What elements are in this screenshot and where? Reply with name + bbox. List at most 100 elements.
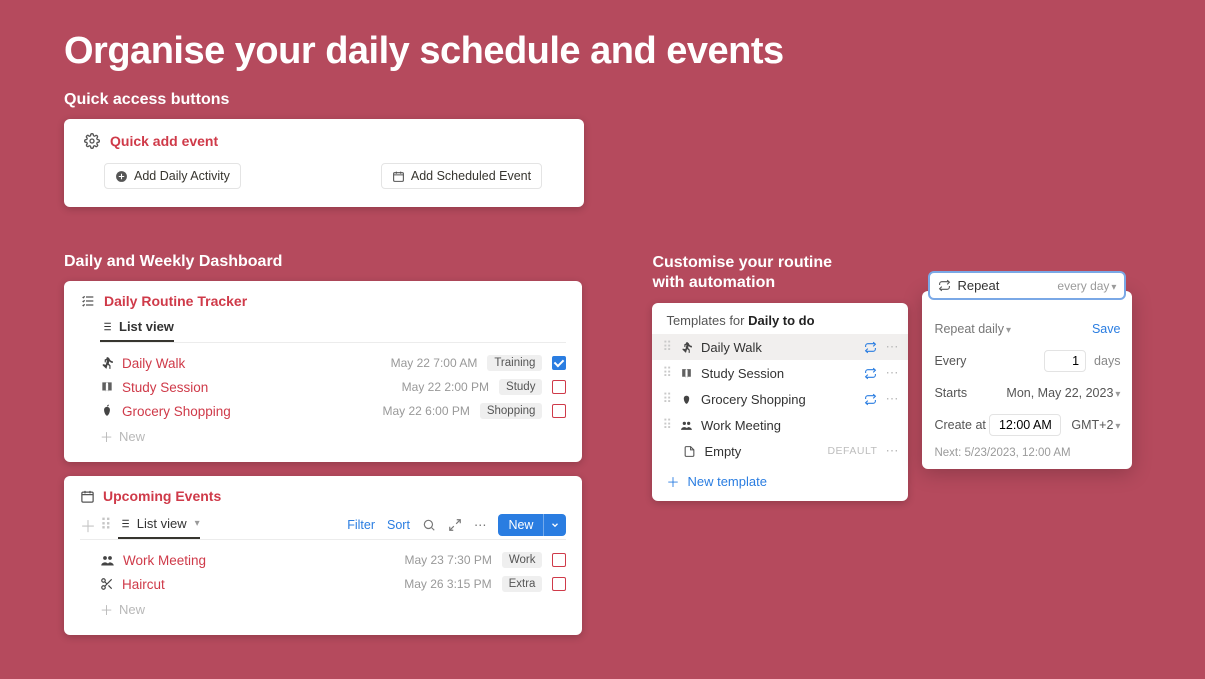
search-icon[interactable] (422, 518, 436, 532)
default-badge: DEFAULT (827, 445, 877, 457)
more-icon[interactable]: ⋯ (474, 517, 487, 532)
list-item[interactable]: Study Session May 22 2:00 PM Study (80, 375, 566, 399)
add-daily-activity-button[interactable]: Add Daily Activity (104, 163, 241, 189)
list-icon (100, 320, 113, 333)
repeat-icon[interactable] (864, 341, 877, 354)
item-title: Grocery Shopping (122, 404, 231, 419)
page-title: Organise your daily schedule and events (64, 30, 1141, 73)
more-icon[interactable]: ⋯ (885, 365, 898, 381)
checklist-icon (80, 293, 96, 309)
scissors-icon (100, 577, 114, 591)
template-row[interactable]: ⠿ Study Session ⋯ (652, 360, 908, 386)
upcoming-events-title: Upcoming Events (103, 488, 221, 504)
every-value-input[interactable] (1044, 350, 1086, 372)
new-template-label: New template (687, 474, 766, 489)
section-quick-access-title: Quick access buttons (64, 91, 1141, 109)
add-scheduled-event-button[interactable]: Add Scheduled Event (381, 163, 542, 189)
item-checkbox[interactable] (552, 577, 566, 591)
more-icon[interactable]: ⋯ (885, 391, 898, 407)
plus-icon: ＋ (100, 427, 113, 446)
list-item[interactable]: Daily Walk May 22 7:00 AM Training (80, 351, 566, 375)
book-icon (680, 367, 693, 380)
quick-add-title: Quick add event (110, 133, 218, 149)
tab-list-view[interactable]: List view (100, 315, 174, 342)
repeat-icon[interactable] (864, 393, 877, 406)
templates-header: Templates for Daily to do (652, 313, 908, 334)
item-title: Daily Walk (122, 356, 185, 371)
item-tag: Training (487, 355, 542, 371)
more-icon[interactable]: ⋯ (885, 339, 898, 355)
expand-icon[interactable] (448, 518, 462, 532)
walk-icon (680, 341, 693, 354)
drag-handle-icon[interactable]: ⠿ (100, 515, 112, 535)
item-tag: Study (499, 379, 542, 395)
template-label: Daily Walk (701, 340, 856, 355)
repeat-mode-select[interactable]: Repeat daily▾ (934, 322, 1011, 336)
template-label: Study Session (701, 366, 856, 381)
item-time: May 22 2:00 PM (402, 380, 489, 394)
list-item[interactable]: Haircut May 26 3:15 PM Extra (80, 572, 566, 596)
repeat-popover: Repeat every day▾ Repeat daily▾ Save Eve… (922, 291, 1132, 469)
apple-icon (100, 404, 114, 418)
templates-card: Templates for Daily to do ⠿ Daily Walk ⋯… (652, 303, 908, 501)
item-checkbox[interactable] (552, 356, 566, 370)
next-occurrence: Next: 5/23/2023, 12:00 AM (934, 443, 1120, 459)
item-title: Haircut (122, 577, 165, 592)
drag-handle-icon[interactable]: ⠿ (662, 339, 672, 355)
file-icon (683, 445, 696, 458)
filter-button[interactable]: Filter (347, 518, 375, 532)
item-title: Work Meeting (123, 553, 206, 568)
drag-handle-icon[interactable]: ⠿ (662, 417, 672, 433)
daily-routine-title: Daily Routine Tracker (104, 293, 247, 309)
people-icon (680, 419, 693, 432)
repeat-pill-label: Repeat (957, 278, 1057, 293)
new-button[interactable]: New (498, 514, 543, 536)
item-title: Study Session (122, 380, 208, 395)
item-tag: Extra (502, 576, 543, 592)
item-checkbox[interactable] (552, 553, 566, 567)
item-tag: Shopping (480, 403, 543, 419)
item-checkbox[interactable] (552, 380, 566, 394)
drag-handle-icon[interactable]: ⠿ (662, 365, 672, 381)
new-item-row[interactable]: ＋ New (80, 423, 566, 446)
section-dashboard-title: Daily and Weekly Dashboard (64, 253, 582, 271)
item-checkbox[interactable] (552, 404, 566, 418)
repeat-icon (938, 279, 951, 292)
repeat-icon[interactable] (864, 367, 877, 380)
item-time: May 22 7:00 AM (391, 356, 478, 370)
tab-list-view[interactable]: List view ▾ (118, 512, 200, 539)
save-button[interactable]: Save (1092, 322, 1121, 336)
item-tag: Work (502, 552, 543, 568)
view-toolbar: Filter Sort ⋯ New (347, 514, 566, 536)
list-icon (118, 517, 131, 530)
row-gutter: ＋ ⠿ (80, 513, 112, 537)
new-item-row[interactable]: ＋ New (80, 596, 566, 619)
new-button-dropdown[interactable] (543, 514, 566, 536)
plus-icon[interactable]: ＋ (80, 513, 96, 537)
list-item[interactable]: Grocery Shopping May 22 6:00 PM Shopping (80, 399, 566, 423)
plus-icon: ＋ (100, 600, 113, 619)
new-template-button[interactable]: ＋ New template (652, 464, 908, 491)
starts-value[interactable]: Mon, May 22, 2023▾ (1006, 386, 1120, 400)
walk-icon (100, 356, 114, 370)
every-label: Every (934, 354, 966, 368)
list-item[interactable]: Work Meeting May 23 7:30 PM Work (80, 548, 566, 572)
sort-button[interactable]: Sort (387, 518, 410, 532)
drag-handle-icon[interactable]: ⠿ (662, 391, 672, 407)
item-time: May 26 3:15 PM (404, 577, 491, 591)
plus-icon: ＋ (666, 472, 679, 491)
template-row[interactable]: ⠿ Work Meeting (652, 412, 908, 438)
timezone-select[interactable]: GMT+2▾ (1071, 418, 1120, 432)
template-label: Work Meeting (701, 418, 898, 433)
template-row[interactable]: ⠿ Grocery Shopping ⋯ (652, 386, 908, 412)
gear-icon (84, 133, 100, 149)
more-icon[interactable]: ⋯ (885, 443, 898, 459)
template-row[interactable]: Empty DEFAULT ⋯ (652, 438, 908, 464)
people-icon (100, 553, 115, 568)
repeat-summary-pill[interactable]: Repeat every day▾ (928, 271, 1126, 300)
create-at-input[interactable] (989, 414, 1061, 436)
new-item-label: New (119, 429, 145, 444)
template-row[interactable]: ⠿ Daily Walk ⋯ (652, 334, 908, 360)
add-daily-activity-label: Add Daily Activity (134, 169, 230, 183)
plus-circle-icon (115, 170, 128, 183)
